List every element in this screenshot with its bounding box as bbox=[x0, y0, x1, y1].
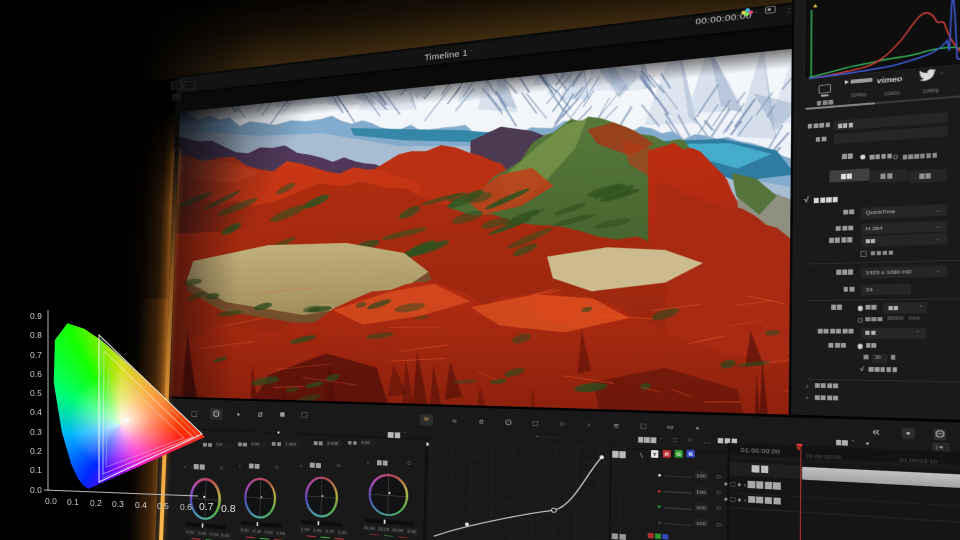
svg-text:0.7: 0.7 bbox=[199, 501, 214, 513]
svg-text:0.5: 0.5 bbox=[157, 501, 169, 511]
svg-text:0.6: 0.6 bbox=[30, 369, 42, 379]
svg-text:0.4: 0.4 bbox=[30, 407, 42, 417]
svg-text:0.9: 0.9 bbox=[30, 311, 42, 321]
svg-text:0.7: 0.7 bbox=[30, 350, 42, 360]
svg-text:0.3: 0.3 bbox=[112, 499, 124, 509]
svg-text:0.0: 0.0 bbox=[30, 485, 42, 495]
svg-text:0.3: 0.3 bbox=[30, 427, 42, 437]
svg-text:0.5: 0.5 bbox=[30, 388, 42, 398]
svg-text:0.8: 0.8 bbox=[221, 503, 236, 515]
svg-text:0.4: 0.4 bbox=[135, 500, 147, 510]
svg-text:0.1: 0.1 bbox=[67, 497, 79, 507]
svg-text:0.2: 0.2 bbox=[30, 446, 42, 456]
svg-text:0.6: 0.6 bbox=[180, 502, 192, 512]
svg-text:0.8: 0.8 bbox=[30, 330, 42, 340]
svg-text:0.1: 0.1 bbox=[30, 465, 42, 475]
svg-text:0.2: 0.2 bbox=[90, 498, 102, 508]
svg-text:0.0: 0.0 bbox=[45, 496, 57, 506]
